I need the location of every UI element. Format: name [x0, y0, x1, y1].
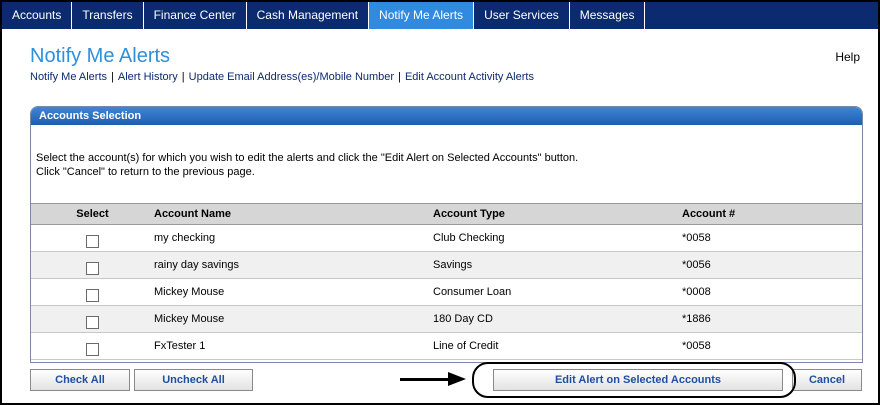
account-type-cell: 180 Day CD [433, 305, 682, 333]
account-type-cell: Savings [433, 251, 682, 279]
tab-notify-me-alerts[interactable]: Notify Me Alerts [369, 2, 475, 29]
table-row: FxTester 1 Line of Credit *0058 [31, 332, 862, 360]
tab-user-services[interactable]: User Services [474, 2, 570, 29]
tab-messages[interactable]: Messages [570, 2, 646, 29]
accounts-selection-panel: Accounts Selection Select the account(s)… [30, 106, 863, 363]
account-type-cell: Club Checking [433, 224, 682, 252]
account-name-cell: Mickey Mouse [154, 278, 433, 306]
sublink-update-email[interactable]: Update Email Address(es)/Mobile Number [189, 71, 394, 83]
account-number-cell: *0058 [682, 224, 862, 252]
tab-finance-center[interactable]: Finance Center [144, 2, 247, 29]
panel-header: Accounts Selection [31, 107, 862, 125]
cancel-button[interactable]: Cancel [792, 369, 862, 391]
oval-highlight [472, 362, 796, 398]
account-name-cell: Mickey Mouse [154, 305, 433, 333]
uncheck-all-button[interactable]: Uncheck All [134, 369, 253, 391]
tab-accounts[interactable]: Accounts [2, 2, 73, 29]
account-name-cell: rainy day savings [154, 251, 433, 279]
sublink-alert-history[interactable]: Alert History [118, 71, 178, 83]
top-nav: Accounts Transfers Finance Center Cash M… [2, 2, 878, 29]
column-header-account-name[interactable]: Account Name [154, 203, 433, 225]
account-number-cell: *1886 [682, 305, 862, 333]
column-header-account-type[interactable]: Account Type [433, 203, 682, 225]
account-type-cell: Line of Credit [433, 332, 682, 360]
tab-cash-management[interactable]: Cash Management [247, 2, 370, 29]
accounts-table: Select Account Name Account Type Account… [31, 203, 862, 360]
instruction-line-1: Select the account(s) for which you wish… [36, 152, 579, 164]
sublink-edit-account-activity[interactable]: Edit Account Activity Alerts [405, 71, 534, 83]
sub-navigation: Notify Me Alerts | Alert History | Updat… [30, 71, 534, 83]
tab-transfers[interactable]: Transfers [72, 2, 144, 29]
arrow-head [448, 372, 466, 386]
sublink-notify-me-alerts[interactable]: Notify Me Alerts [30, 71, 107, 83]
account-type-cell: Consumer Loan [433, 278, 682, 306]
account-number-cell: *0008 [682, 278, 862, 306]
select-checkbox[interactable] [86, 235, 99, 248]
sublink-separator: | [398, 71, 401, 83]
account-number-cell: *0056 [682, 251, 862, 279]
page-title: Notify Me Alerts [30, 45, 171, 67]
instructions: Select the account(s) for which you wish… [31, 125, 862, 203]
select-checkbox[interactable] [86, 316, 99, 329]
select-checkbox[interactable] [86, 343, 99, 356]
check-all-button[interactable]: Check All [30, 369, 130, 391]
sublink-separator: | [111, 71, 114, 83]
sublink-separator: | [181, 71, 185, 83]
select-checkbox[interactable] [86, 289, 99, 302]
table-row: my checking Club Checking *0058 [31, 224, 862, 252]
account-number-cell: *0058 [682, 332, 862, 360]
table-row: Mickey Mouse Consumer Loan *0008 [31, 278, 862, 306]
account-name-cell: FxTester 1 [154, 332, 433, 360]
select-checkbox[interactable] [86, 262, 99, 275]
arrow-shaft [400, 378, 450, 381]
instruction-line-2: Click "Cancel" to return to the previous… [36, 166, 255, 178]
column-header-select: Select [31, 203, 154, 225]
column-header-account-number[interactable]: Account # [682, 203, 862, 225]
table-row: Mickey Mouse 180 Day CD *1886 [31, 305, 862, 333]
help-link[interactable]: Help [835, 50, 860, 64]
table-header-row: Select Account Name Account Type Account… [31, 203, 862, 225]
account-name-cell: my checking [154, 224, 433, 252]
table-row: rainy day savings Savings *0056 [31, 251, 862, 279]
